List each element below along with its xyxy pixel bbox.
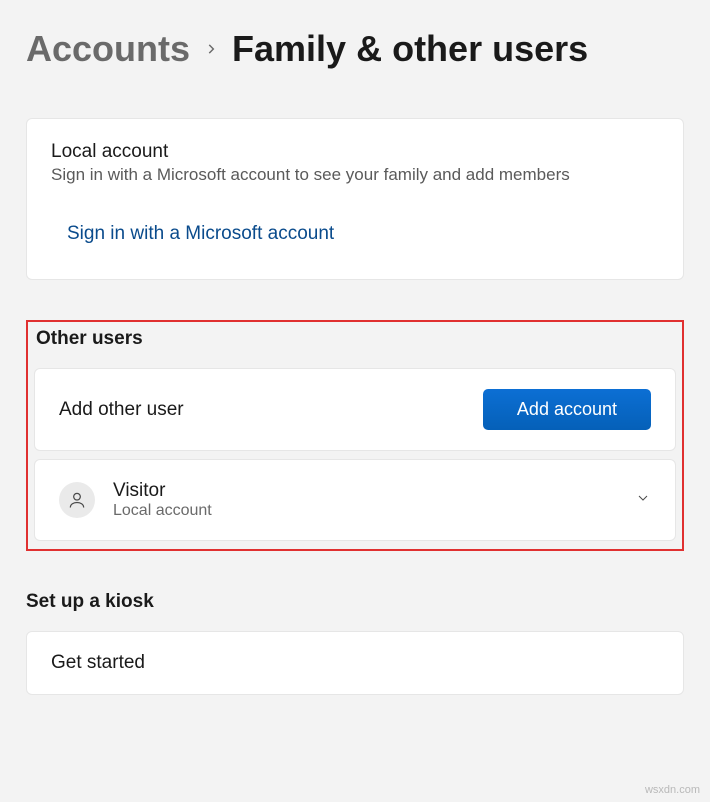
person-icon <box>67 490 87 510</box>
watermark: wsxdn.com <box>645 784 700 796</box>
page-title: Family & other users <box>232 28 588 70</box>
local-account-title: Local account <box>51 141 659 163</box>
user-row-visitor[interactable]: Visitor Local account <box>34 459 676 541</box>
kiosk-get-started-label: Get started <box>51 652 145 674</box>
kiosk-get-started-row[interactable]: Get started <box>26 631 684 695</box>
avatar <box>59 482 95 518</box>
kiosk-section: Set up a kiosk Get started <box>26 591 684 695</box>
kiosk-heading: Set up a kiosk <box>26 591 684 613</box>
add-account-button[interactable]: Add account <box>483 389 651 430</box>
chevron-down-icon[interactable] <box>635 490 651 511</box>
breadcrumb-parent[interactable]: Accounts <box>26 28 190 70</box>
user-type: Local account <box>113 502 212 520</box>
breadcrumb: Accounts Family & other users <box>26 28 684 70</box>
add-other-user-label: Add other user <box>59 399 184 421</box>
other-users-section-highlight: Other users Add other user Add account V… <box>26 320 684 551</box>
chevron-right-icon <box>204 36 218 62</box>
add-other-user-row: Add other user Add account <box>34 368 676 451</box>
local-account-description: Sign in with a Microsoft account to see … <box>51 165 659 185</box>
user-name: Visitor <box>113 480 212 502</box>
local-account-card: Local account Sign in with a Microsoft a… <box>26 118 684 280</box>
signin-microsoft-link[interactable]: Sign in with a Microsoft account <box>67 223 659 245</box>
other-users-heading: Other users <box>34 328 676 350</box>
